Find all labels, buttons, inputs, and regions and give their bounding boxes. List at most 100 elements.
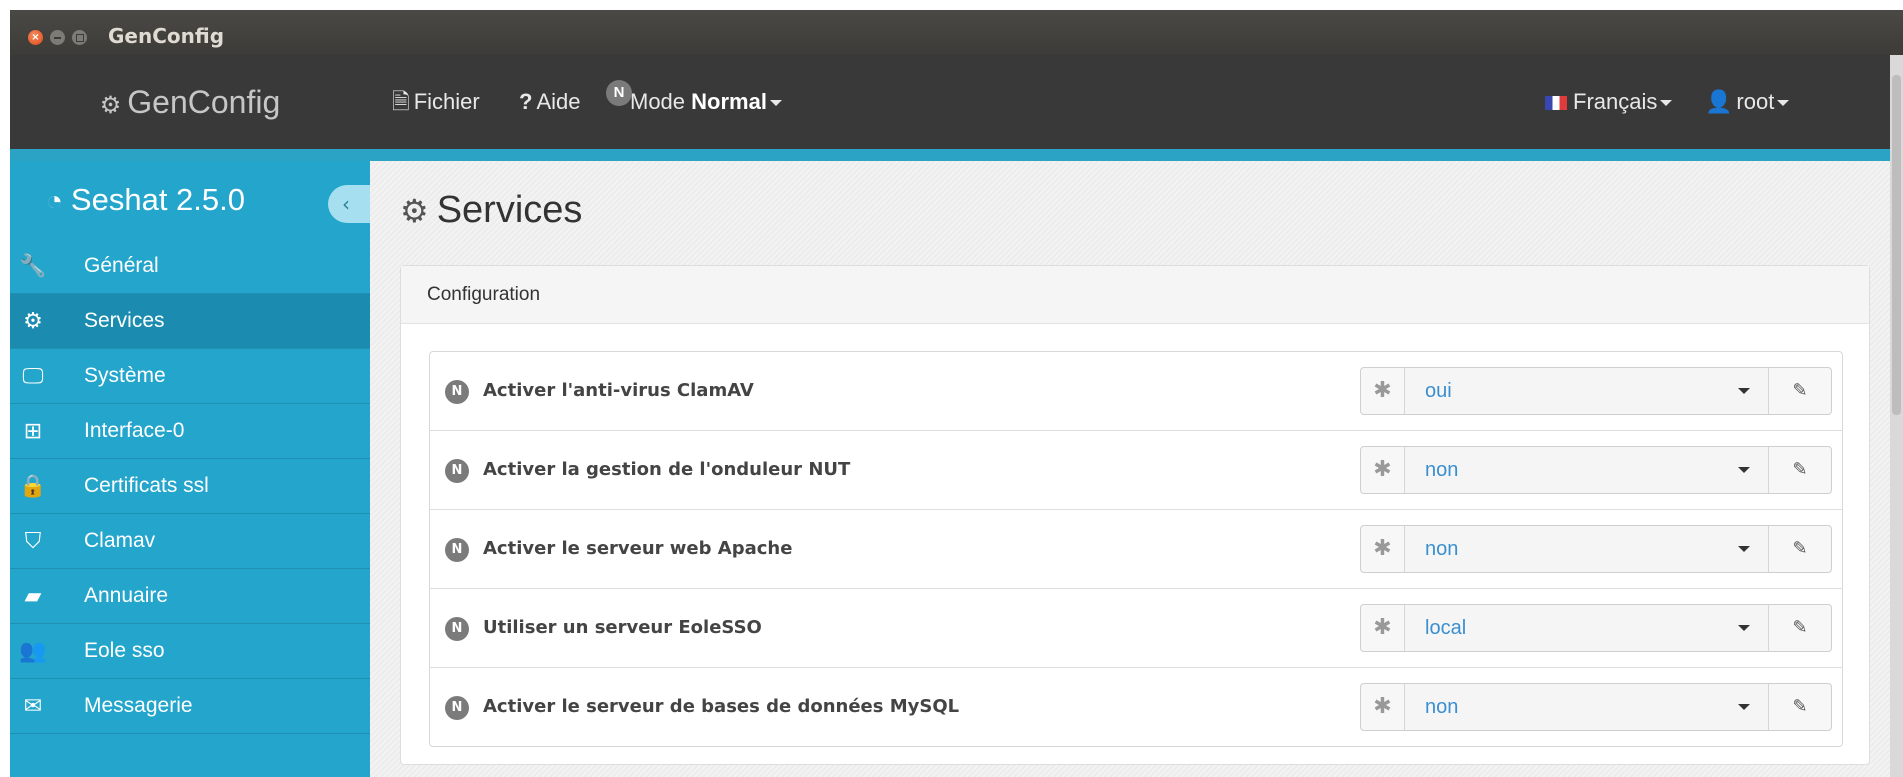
- panel-heading: Configuration: [401, 266, 1869, 324]
- users-icon: 👥: [19, 638, 47, 663]
- asterisk-icon: ✱: [1361, 605, 1405, 651]
- setting-select[interactable]: local: [1405, 605, 1769, 651]
- sidebar-item-label: Clamav: [84, 529, 156, 552]
- setting-row: N Activer le serveur de bases de données…: [430, 668, 1842, 746]
- sidebar-item-general[interactable]: 🔧 Général: [10, 239, 370, 294]
- setting-select[interactable]: non: [1405, 447, 1769, 493]
- setting-select[interactable]: non: [1405, 526, 1769, 572]
- chevron-down-icon: [1738, 388, 1750, 394]
- envelope-icon: ✉: [23, 693, 43, 718]
- setting-select[interactable]: non: [1405, 684, 1769, 730]
- select-value: oui: [1425, 380, 1452, 402]
- mode-menu[interactable]: N Mode Normal: [606, 55, 782, 149]
- mode-badge-icon: N: [445, 617, 469, 641]
- collapse-sidebar-button[interactable]: ‹: [328, 185, 370, 223]
- page-title-label: Services: [436, 189, 583, 231]
- setting-select[interactable]: oui: [1405, 368, 1769, 414]
- setting-label: Activer le serveur de bases de données M…: [483, 696, 960, 717]
- close-window-button[interactable]: ×: [28, 30, 43, 45]
- sidebar-menu: 🔧 Général ⚙ Services 🖵 Système ⊞ Interfa…: [10, 239, 370, 734]
- mode-badge-icon: N: [606, 80, 632, 106]
- language-label: Français: [1573, 89, 1658, 114]
- setting-control: ✱ local ✎: [1360, 604, 1832, 652]
- edit-button[interactable]: ✎: [1769, 447, 1831, 493]
- setting-control: ✱ non ✎: [1360, 446, 1832, 494]
- sidebar-item-annuaire[interactable]: ▰ Annuaire: [10, 569, 370, 624]
- sidebar-item-label: Messagerie: [84, 694, 193, 717]
- sidebar-title-label: Seshat 2.5.0: [70, 182, 245, 217]
- window-title: GenConfig: [108, 24, 225, 48]
- mode-badge-icon: N: [445, 538, 469, 562]
- setting-label: Activer la gestion de l'onduleur NUT: [483, 459, 851, 480]
- sidebar-item-certificats-ssl[interactable]: 🔒 Certificats ssl: [10, 459, 370, 514]
- asterisk-icon: ✱: [1361, 368, 1405, 414]
- sidebar-item-label: Eole sso: [84, 639, 165, 662]
- edit-button[interactable]: ✎: [1769, 684, 1831, 730]
- setting-label: Utiliser un serveur EoleSSO: [483, 617, 762, 638]
- select-value: local: [1425, 617, 1467, 639]
- chevron-down-icon: [1660, 100, 1673, 107]
- sidebar-item-label: Services: [84, 309, 165, 332]
- book-icon: ▰: [24, 583, 42, 608]
- setting-control: ✱ oui ✎: [1360, 367, 1832, 415]
- chevron-down-icon: [1777, 100, 1790, 107]
- select-value: non: [1425, 538, 1459, 560]
- mode-menu-label: Mode: [630, 89, 686, 114]
- setting-label: Activer le serveur web Apache: [483, 538, 793, 559]
- sidebar-item-label: Annuaire: [84, 584, 169, 607]
- app-window: × GenConfig ⚙ GenConfig 🗎 Fichier ? Aide NM…: [10, 10, 1903, 777]
- sidebar-item-interface-0[interactable]: ⊞ Interface-0: [10, 404, 370, 459]
- gears-icon: ⚙: [23, 308, 43, 333]
- lock-icon: 🔒: [19, 473, 47, 498]
- edit-button[interactable]: ✎: [1769, 605, 1831, 651]
- gears-icon: ⚙: [400, 193, 429, 229]
- asterisk-icon: ✱: [1361, 526, 1405, 572]
- help-menu[interactable]: ? Aide: [519, 55, 581, 149]
- sidebar-item-label: Système: [84, 364, 166, 387]
- brand-link[interactable]: ⚙ GenConfig: [10, 55, 370, 149]
- sidebar-item-label: Interface-0: [84, 419, 185, 442]
- sidebar-item-messagerie[interactable]: ✉ Messagerie: [10, 679, 370, 734]
- setting-control: ✱ non ✎: [1360, 525, 1832, 573]
- question-icon: ?: [519, 89, 533, 114]
- setting-label: Activer l'anti-virus ClamAV: [483, 380, 754, 401]
- user-label: root: [1736, 89, 1775, 114]
- sidebar-item-clamav[interactable]: ⛉ Clamav: [10, 514, 370, 569]
- language-menu[interactable]: Français: [1545, 55, 1673, 149]
- french-flag-icon: [1545, 96, 1567, 111]
- user-menu[interactable]: 👤 root: [1705, 55, 1790, 149]
- brand-label: GenConfig: [127, 84, 281, 120]
- shield-icon: ⛉: [24, 528, 42, 553]
- edit-button[interactable]: ✎: [1769, 368, 1831, 414]
- sidebar-title: ◔ Seshat 2.5.0: [10, 161, 370, 239]
- help-menu-label: Aide: [536, 89, 581, 114]
- navbar-accent-strip: [10, 149, 1903, 161]
- wrench-icon: 🔧: [19, 253, 47, 278]
- sitemap-icon: ⊞: [23, 418, 43, 443]
- minimize-window-button[interactable]: [50, 30, 65, 45]
- mode-badge-icon: N: [445, 696, 469, 720]
- sidebar-item-services[interactable]: ⚙ Services: [10, 294, 370, 349]
- vertical-scrollbar[interactable]: [1890, 55, 1903, 777]
- sidebar: ◔ Seshat 2.5.0 ‹ 🔧 Général ⚙ Services 🖵 S…: [10, 161, 370, 777]
- sidebar-item-label: Certificats ssl: [84, 474, 209, 497]
- maximize-window-button[interactable]: [72, 30, 87, 45]
- sidebar-item-systeme[interactable]: 🖵 Système: [10, 349, 370, 404]
- page-title: ⚙ Services: [400, 189, 582, 232]
- dashboard-icon: ◔: [46, 185, 63, 216]
- setting-control: ✱ non ✎: [1360, 683, 1832, 731]
- file-icon: 🗎: [392, 89, 410, 114]
- setting-row: N Activer l'anti-virus ClamAV ✱ oui ✎: [430, 352, 1842, 431]
- file-menu-label: Fichier: [413, 89, 480, 114]
- scrollbar-thumb[interactable]: [1892, 75, 1901, 415]
- edit-button[interactable]: ✎: [1769, 526, 1831, 572]
- mode-badge-icon: N: [445, 380, 469, 404]
- setting-row: N Activer le serveur web Apache ✱ non ✎: [430, 510, 1842, 589]
- title-bar: × GenConfig: [10, 10, 1903, 55]
- user-icon: 👤: [1705, 89, 1733, 114]
- chevron-down-icon: [1738, 704, 1750, 710]
- sidebar-item-eole-sso[interactable]: 👥 Eole sso: [10, 624, 370, 679]
- select-value: non: [1425, 459, 1459, 481]
- file-menu[interactable]: 🗎 Fichier: [392, 55, 480, 149]
- top-navbar: ⚙ GenConfig 🗎 Fichier ? Aide N Mode Normal F…: [10, 55, 1903, 149]
